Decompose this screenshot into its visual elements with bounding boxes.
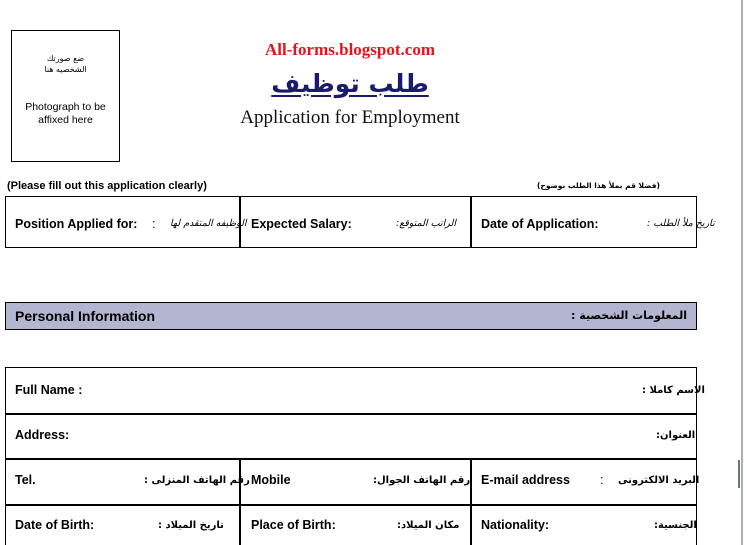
column-divider — [470, 197, 472, 247]
date-of-application-label: Date of Application: — [481, 217, 599, 231]
place-of-birth-label: Place of Birth: — [251, 518, 336, 532]
row-divider — [6, 458, 696, 460]
position-applied-for-colon: : — [152, 217, 156, 231]
email-address-label: E-mail address — [481, 473, 570, 487]
scrollbar-thumb[interactable] — [738, 460, 740, 488]
row-divider — [6, 413, 696, 415]
email-address-colon: : — [600, 473, 604, 487]
application-meta-row: Position Applied for: : الوظيفه المتقدم … — [5, 196, 715, 248]
column-divider — [470, 458, 472, 504]
date-of-application-label-arabic: تاريخ ملأ الطلب : — [647, 218, 715, 229]
fill-instruction-arabic: (فضلا قم بملأ هذا الطلب بوضوح) — [537, 181, 660, 190]
personal-information-section-header: Personal Information المعلومات الشخصية : — [5, 302, 697, 330]
expected-salary-label-arabic: الراتب المتوقع: — [396, 218, 457, 229]
mobile-label-arabic: رقم الهاتف الجوال: — [373, 475, 471, 486]
photo-box-english-text: Photograph to be affixed here — [25, 101, 106, 126]
fill-instruction-english: (Please fill out this application clearl… — [7, 180, 207, 192]
nationality-label-arabic: الجنسية: — [654, 520, 697, 531]
photograph-placeholder-box: ضع صورتك الشخصيه هنا Photograph to be af… — [11, 30, 120, 162]
page-right-edge-rule — [741, 0, 743, 545]
position-applied-for-label: Position Applied for: — [15, 217, 138, 231]
document-page: ضع صورتك الشخصيه هنا Photograph to be af… — [0, 0, 742, 545]
date-of-birth-label-arabic: تاريخ الميلاد : — [158, 520, 224, 531]
photo-box-arabic-text: ضع صورتك الشخصيه هنا — [44, 54, 87, 74]
date-of-birth-label: Date of Birth: — [15, 518, 95, 532]
personal-information-table: Full Name : الاسم كاملا : Address: العنو… — [5, 367, 705, 545]
page-title-arabic: طلب توظيف — [271, 69, 429, 98]
address-label-arabic: العنوان: — [656, 430, 696, 441]
column-divider — [470, 504, 472, 545]
expected-salary-label: Expected Salary: — [251, 217, 352, 231]
full-name-label-arabic: الاسم كاملا : — [642, 385, 705, 396]
mobile-label: Mobile — [251, 473, 291, 487]
position-applied-for-label-arabic: الوظيفه المتقدم لها — [170, 218, 247, 229]
page-title-english: Application for Employment — [240, 107, 460, 128]
full-name-label: Full Name : — [15, 383, 83, 397]
section-title-arabic: المعلومات الشخصية : — [571, 309, 687, 322]
telephone-label-arabic: رقم الهاتف المنزلى : — [144, 475, 250, 486]
address-label: Address: — [15, 428, 70, 442]
column-divider — [239, 504, 241, 545]
email-address-label-arabic: البريد الالكترونى — [618, 475, 700, 486]
site-url-text: All-forms.blogspot.com — [265, 40, 435, 59]
nationality-label: Nationality: — [481, 518, 550, 532]
telephone-label: Tel. — [15, 473, 36, 487]
row-divider — [6, 504, 696, 506]
section-title-english: Personal Information — [15, 308, 156, 324]
document-title-block: All-forms.blogspot.com طلب توظيف Applica… — [150, 40, 550, 129]
place-of-birth-label-arabic: مكان الميلاد: — [397, 520, 460, 531]
